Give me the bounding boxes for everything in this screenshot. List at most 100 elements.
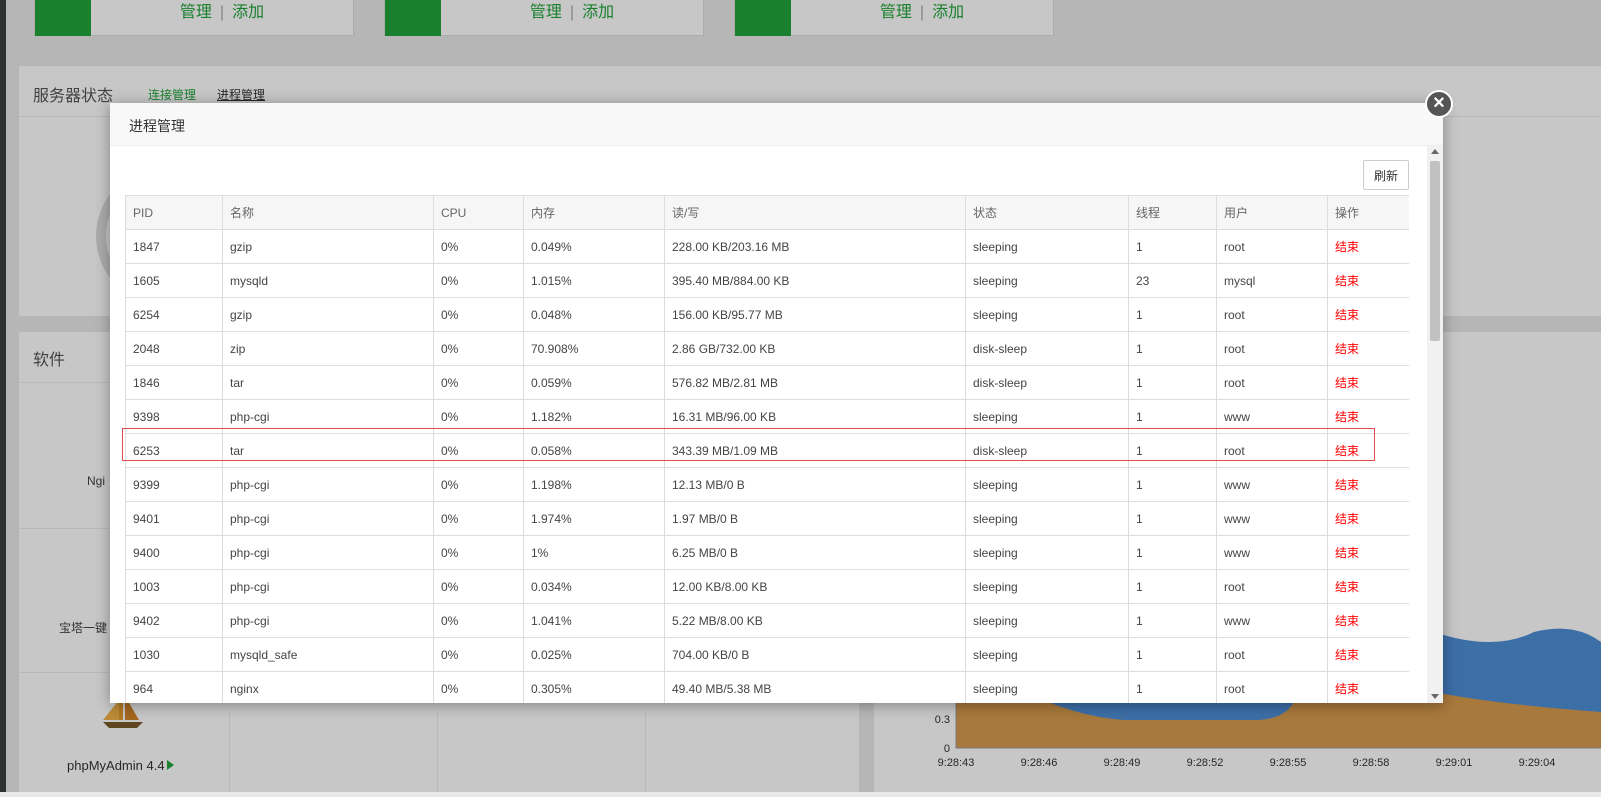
cell-read-write: 704.00 KB/0 B	[664, 637, 966, 672]
cell-state: sleeping	[965, 603, 1129, 638]
modal-title: 进程管理	[129, 118, 185, 134]
cell-threads: 1	[1128, 467, 1217, 502]
end-process-link[interactable]: 结束	[1327, 331, 1409, 366]
end-process-link[interactable]: 结束	[1327, 637, 1409, 672]
cell-user: www	[1216, 535, 1328, 570]
cell-read-write: 156.00 KB/95.77 MB	[664, 297, 966, 332]
cell-state: sleeping	[965, 671, 1129, 703]
end-process-link[interactable]: 结束	[1327, 399, 1409, 434]
table-row: 2048 zip 0% 70.908% 2.86 GB/732.00 KB disk-sl…	[125, 331, 1409, 366]
end-process-link[interactable]: 结束	[1327, 365, 1409, 400]
process-manager-modal: 进程管理 刷新 PID 名称 CPU 内存 读/写 状态 线程 用户 操作 1847 gzip 0%…	[110, 103, 1443, 703]
cell-pid: 964	[125, 671, 223, 703]
cell-cpu: 0%	[433, 467, 524, 502]
table-header-row: PID 名称 CPU 内存 读/写 状态 线程 用户 操作	[125, 195, 1409, 230]
end-process-link[interactable]: 结束	[1327, 297, 1409, 332]
cell-name: php-cgi	[222, 467, 434, 502]
cell-read-write: 16.31 MB/96.00 KB	[664, 399, 966, 434]
cell-state: sleeping	[965, 399, 1129, 434]
cell-threads: 1	[1128, 637, 1217, 672]
end-process-link[interactable]: 结束	[1327, 467, 1409, 502]
table-row: 964 nginx 0% 0.305% 49.40 MB/5.38 MB sleeping…	[125, 671, 1409, 703]
cell-memory: 0.049%	[523, 229, 665, 264]
cell-threads: 1	[1128, 399, 1217, 434]
cell-memory: 0.059%	[523, 365, 665, 400]
scroll-thumb[interactable]	[1430, 161, 1440, 341]
scroll-up-icon[interactable]	[1431, 149, 1439, 154]
end-process-link[interactable]: 结束	[1327, 671, 1409, 703]
column-header-memory: 内存	[523, 195, 665, 230]
cell-state: sleeping	[965, 501, 1129, 536]
table-row: 9401 php-cgi 0% 1.974% 1.97 MB/0 Bsleeping 1 w…	[125, 501, 1409, 536]
cell-state: sleeping	[965, 263, 1129, 298]
cell-memory: 0.048%	[523, 297, 665, 332]
cell-user: root	[1216, 671, 1328, 703]
cell-read-write: 12.00 KB/8.00 KB	[664, 569, 966, 604]
cell-user: mysql	[1216, 263, 1328, 298]
cell-read-write: 343.39 MB/1.09 MB	[664, 433, 966, 468]
cell-read-write: 395.40 MB/884.00 KB	[664, 263, 966, 298]
cell-pid: 1030	[125, 637, 223, 672]
cell-cpu: 0%	[433, 263, 524, 298]
cell-user: root	[1216, 569, 1328, 604]
cell-cpu: 0%	[433, 229, 524, 264]
cell-memory: 1.198%	[523, 467, 665, 502]
end-process-link[interactable]: 结束	[1327, 263, 1409, 298]
cell-read-write: 6.25 MB/0 B	[664, 535, 966, 570]
cell-read-write: 1.97 MB/0 B	[664, 501, 966, 536]
refresh-button[interactable]: 刷新	[1363, 160, 1409, 190]
cell-memory: 1.182%	[523, 399, 665, 434]
cell-read-write: 576.82 MB/2.81 MB	[664, 365, 966, 400]
column-header-pid: PID	[125, 195, 223, 230]
scrollbar[interactable]	[1427, 145, 1443, 703]
cell-pid: 1605	[125, 263, 223, 298]
cell-memory: 0.305%	[523, 671, 665, 703]
cell-cpu: 0%	[433, 433, 524, 468]
cell-name: nginx	[222, 671, 434, 703]
end-process-link[interactable]: 结束	[1327, 501, 1409, 536]
cell-threads: 1	[1128, 365, 1217, 400]
column-header-cpu: CPU	[433, 195, 524, 230]
cell-pid: 9399	[125, 467, 223, 502]
table-row: 6254 gzip 0% 0.048% 156.00 KB/95.77 MB sleepi…	[125, 297, 1409, 332]
cell-user: www	[1216, 399, 1328, 434]
cell-read-write: 12.13 MB/0 B	[664, 467, 966, 502]
cell-cpu: 0%	[433, 399, 524, 434]
cell-memory: 1.974%	[523, 501, 665, 536]
table-row: 1605 mysqld 0% 1.015% 395.40 MB/884.00 KB sle…	[125, 263, 1409, 298]
cell-pid: 6254	[125, 297, 223, 332]
column-header-threads: 线程	[1128, 195, 1217, 230]
scroll-down-icon[interactable]	[1431, 694, 1439, 699]
modal-header: 进程管理	[110, 103, 1443, 146]
cell-name: gzip	[222, 229, 434, 264]
cell-cpu: 0%	[433, 603, 524, 638]
cell-cpu: 0%	[433, 331, 524, 366]
close-icon[interactable]: ×	[1425, 90, 1453, 118]
cell-state: sleeping	[965, 467, 1129, 502]
end-process-link[interactable]: 结束	[1327, 535, 1409, 570]
cell-state: disk-sleep	[965, 433, 1129, 468]
end-process-link[interactable]: 结束	[1327, 569, 1409, 604]
cell-name: php-cgi	[222, 569, 434, 604]
cell-cpu: 0%	[433, 671, 524, 703]
cell-user: root	[1216, 433, 1328, 468]
cell-threads: 1	[1128, 671, 1217, 703]
end-process-link[interactable]: 结束	[1327, 433, 1409, 468]
cell-user: root	[1216, 297, 1328, 332]
column-header-read-write: 读/写	[664, 195, 966, 230]
table-row: 1030 mysqld_safe 0% 0.025% 704.00 KB/0 Bslee…	[125, 637, 1409, 672]
cell-threads: 1	[1128, 229, 1217, 264]
cell-cpu: 0%	[433, 297, 524, 332]
cell-read-write: 228.00 KB/203.16 MB	[664, 229, 966, 264]
cell-pid: 9401	[125, 501, 223, 536]
end-process-link[interactable]: 结束	[1327, 229, 1409, 264]
cell-memory: 0.058%	[523, 433, 665, 468]
cell-memory: 1%	[523, 535, 665, 570]
cell-threads: 1	[1128, 297, 1217, 332]
cell-state: sleeping	[965, 637, 1129, 672]
cell-user: root	[1216, 229, 1328, 264]
end-process-link[interactable]: 结束	[1327, 603, 1409, 638]
cell-pid: 1847	[125, 229, 223, 264]
cell-name: gzip	[222, 297, 434, 332]
column-header-user: 用户	[1216, 195, 1328, 230]
